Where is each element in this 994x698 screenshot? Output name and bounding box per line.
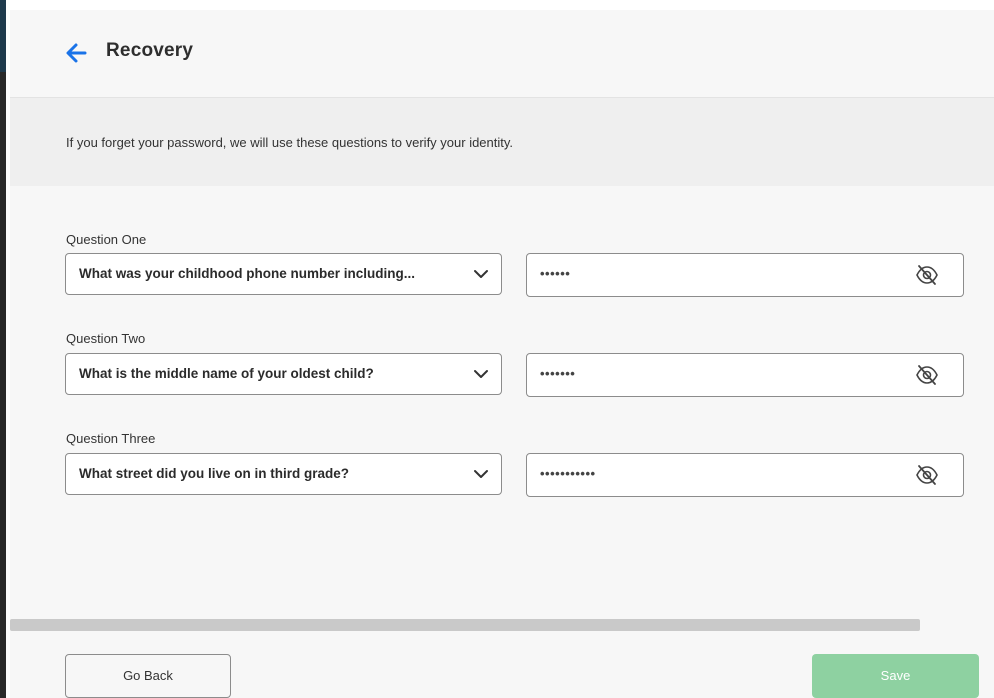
page-title: Recovery xyxy=(106,40,194,61)
chevron-down-icon xyxy=(474,370,488,378)
question-one-label: Question One xyxy=(66,232,147,247)
info-band: If you forget your password, we will use… xyxy=(10,98,994,186)
question-three-select[interactable]: What street did you live on in third gra… xyxy=(65,453,502,495)
page-header: Recovery xyxy=(10,10,994,98)
info-text: If you forget your password, we will use… xyxy=(66,135,514,150)
horizontal-scrollbar[interactable] xyxy=(10,619,994,632)
eye-off-icon[interactable] xyxy=(915,364,939,386)
question-three-answer-field[interactable]: ••••••••••• xyxy=(526,453,964,497)
question-two-label: Question Two xyxy=(66,331,146,346)
arrow-left-icon[interactable] xyxy=(65,42,87,64)
question-one-answer-field[interactable]: •••••• xyxy=(526,253,964,297)
question-two-answer-field[interactable]: ••••••• xyxy=(526,353,964,397)
save-button[interactable]: Save xyxy=(812,654,979,698)
question-one-answer: •••••• xyxy=(540,266,571,281)
go-back-button[interactable]: Go Back xyxy=(65,654,231,698)
question-one-select[interactable]: What was your childhood phone number inc… xyxy=(65,253,502,295)
question-two-selected: What is the middle name of your oldest c… xyxy=(79,366,374,381)
window-left-edge xyxy=(0,0,6,698)
chevron-down-icon xyxy=(474,470,488,478)
page-footer: Go Back Save xyxy=(10,632,994,698)
question-one-selected: What was your childhood phone number inc… xyxy=(79,266,415,281)
top-strip xyxy=(6,0,994,10)
question-three-answer: ••••••••••• xyxy=(540,466,596,481)
chevron-down-icon xyxy=(474,270,488,278)
question-three-selected: What street did you live on in third gra… xyxy=(79,466,350,481)
scrollbar-thumb[interactable] xyxy=(10,619,920,631)
eye-off-icon[interactable] xyxy=(915,264,939,286)
eye-off-icon[interactable] xyxy=(915,464,939,486)
window-left-accent xyxy=(0,0,6,72)
questions-panel: Question One What was your childhood pho… xyxy=(10,186,994,632)
question-three-label: Question Three xyxy=(66,431,156,446)
question-two-select[interactable]: What is the middle name of your oldest c… xyxy=(65,353,502,395)
recovery-page: Recovery If you forget your password, we… xyxy=(0,0,994,698)
question-two-answer: ••••••• xyxy=(540,366,576,381)
